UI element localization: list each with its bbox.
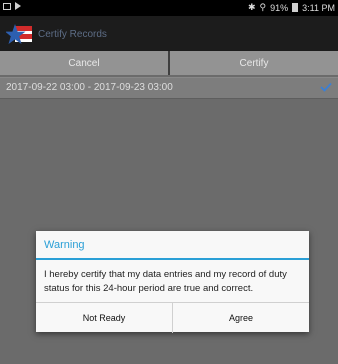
app-title: Certify Records (38, 29, 107, 40)
status-bar: ✱ ⚲ 91% 3:11 PM (0, 0, 338, 16)
action-row: Cancel Certify (0, 51, 338, 75)
battery-percent: 91% (270, 2, 289, 13)
status-bar-left (3, 2, 21, 10)
dialog-title: Warning (44, 239, 85, 251)
record-row[interactable]: 2017-09-22 03:00 - 2017-09-23 03:00 (0, 77, 338, 99)
agree-button[interactable]: Agree (172, 303, 309, 333)
status-bar-right: ✱ ⚲ 91% 3:11 PM (248, 2, 335, 13)
screen-icon (3, 2, 11, 10)
checkmark-icon[interactable] (320, 82, 332, 92)
play-icon (15, 2, 21, 10)
certify-button[interactable]: Certify (170, 51, 338, 75)
warning-dialog: Warning I hereby certify that my data en… (36, 231, 309, 333)
app-logo-star-flag-icon (6, 24, 32, 44)
bluetooth-icon: ✱ (247, 2, 256, 12)
cancel-button[interactable]: Cancel (0, 51, 168, 75)
app-bar: Certify Records (0, 16, 338, 51)
battery-icon (292, 3, 299, 12)
record-period: 2017-09-22 03:00 - 2017-09-23 03:00 (6, 82, 173, 93)
dialog-divider (36, 258, 309, 260)
dialog-button-bar: Not Ready Agree (36, 302, 309, 333)
dialog-message: I hereby certify that my data entries an… (44, 269, 287, 294)
clock: 3:11 PM (302, 2, 335, 13)
wifi-icon: ⚲ (259, 2, 267, 12)
not-ready-button[interactable]: Not Ready (36, 303, 172, 333)
